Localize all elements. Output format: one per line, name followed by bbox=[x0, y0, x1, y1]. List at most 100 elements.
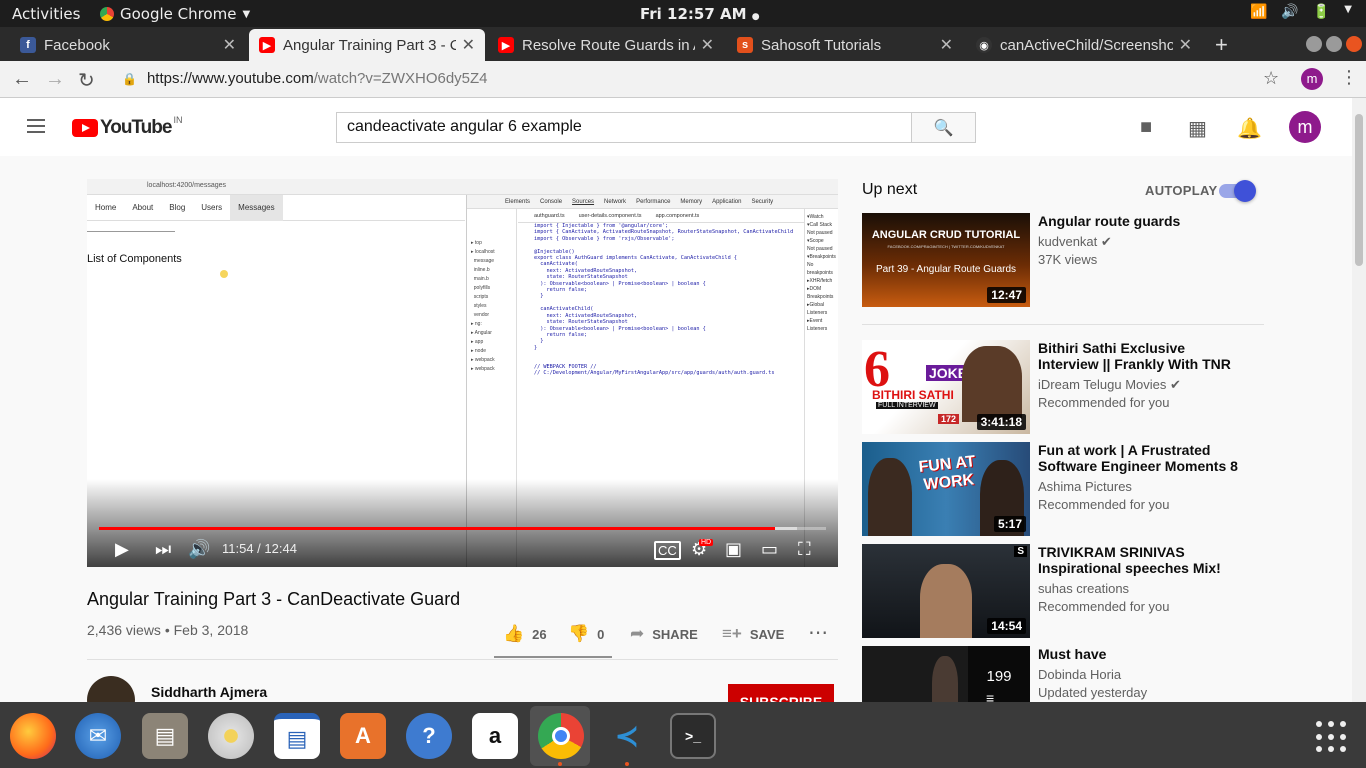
miniplayer-icon[interactable]: ▣ bbox=[725, 539, 742, 560]
create-video-icon[interactable]: ■ bbox=[1140, 116, 1152, 139]
tab-title: Resolve Route Guards in A bbox=[522, 36, 695, 54]
tab-angular-training[interactable]: ▶ Angular Training Part 3 - C ✕ bbox=[249, 29, 485, 61]
video-thumbnail[interactable]: S 14:54 bbox=[862, 544, 1030, 638]
wifi-icon: 📶 bbox=[1249, 4, 1268, 20]
forward-arrow-icon[interactable]: → bbox=[45, 68, 65, 91]
hamburger-menu-icon[interactable] bbox=[27, 119, 45, 133]
close-window-button[interactable] bbox=[1346, 36, 1362, 52]
sahosoft-icon: s bbox=[737, 37, 753, 53]
devtools-file-tabs: authguard.ts user-details.component.ts a… bbox=[518, 209, 804, 223]
chrome-menu-icon[interactable]: ⋮ bbox=[1340, 67, 1358, 88]
new-tab-button[interactable]: + bbox=[1215, 32, 1228, 58]
more-actions-icon[interactable]: ⋯ bbox=[808, 620, 828, 645]
close-icon[interactable]: ✕ bbox=[940, 35, 953, 55]
video-title: Angular Training Part 3 - CanDeactivate … bbox=[87, 589, 461, 609]
video-thumbnail[interactable]: ANGULAR CRUD TUTORIAL FACEBOOK.COM/PRAGI… bbox=[862, 213, 1030, 307]
youtube-wordmark: YouTube bbox=[100, 117, 172, 138]
address-bar[interactable]: 🔒 https://www.youtube.com/watch?v=ZWXHO6… bbox=[122, 70, 488, 87]
dislike-button[interactable]: 👎 0 bbox=[568, 624, 604, 644]
thumb-credit: FACEBOOK.COM/PRAGIMTECH | TWITTER.COM/KU… bbox=[887, 244, 1005, 249]
play-icon[interactable]: ▶ bbox=[115, 539, 129, 560]
activities-button[interactable]: Activities bbox=[12, 5, 80, 23]
show-applications-icon[interactable] bbox=[1316, 721, 1348, 753]
rhythmbox-icon[interactable] bbox=[208, 713, 254, 759]
video-title[interactable]: TRIVIKRAM SRINIVAS Inspirational speeche… bbox=[1038, 544, 1238, 576]
video-duration: 3:41:18 bbox=[976, 414, 1026, 430]
playlist-meta: Updated yesterday bbox=[1038, 685, 1148, 700]
profile-avatar[interactable]: m bbox=[1301, 68, 1323, 90]
channel-name[interactable]: Siddharth Ajmera bbox=[151, 684, 267, 700]
browser-toolbar: ← → ↻ 🔒 https://www.youtube.com/watch?v=… bbox=[0, 61, 1366, 98]
libreoffice-writer-icon[interactable]: ▤ bbox=[274, 713, 320, 759]
video-thumbnail[interactable]: 6 JOKER BITHIRI SATHI FULL INTERVIEW 172… bbox=[862, 340, 1030, 434]
close-icon[interactable]: ✕ bbox=[462, 35, 475, 55]
vscode-icon[interactable]: ≺ bbox=[604, 713, 650, 759]
reload-icon[interactable]: ↻ bbox=[78, 68, 95, 93]
firefox-icon[interactable] bbox=[10, 713, 56, 759]
recommended-video[interactable]: 6 JOKER BITHIRI SATHI FULL INTERVIEW 172… bbox=[862, 340, 1282, 434]
share-button[interactable]: ➦ SHARE bbox=[630, 624, 698, 644]
theater-mode-icon[interactable]: ▭ bbox=[761, 539, 778, 560]
video-player[interactable]: localhost:4200/messages Home About Blog … bbox=[87, 179, 838, 567]
app-menu[interactable]: Google Chrome ▼ bbox=[100, 5, 250, 23]
thumb-subtitle: FULL INTERVIEW bbox=[876, 402, 938, 409]
close-icon[interactable]: ✕ bbox=[701, 35, 714, 55]
amazon-icon[interactable]: a bbox=[472, 713, 518, 759]
playlist-title[interactable]: Must have bbox=[1038, 646, 1238, 662]
like-button[interactable]: 👍 26 bbox=[503, 624, 547, 644]
hd-badge-icon: HD bbox=[699, 539, 714, 546]
browser-tab-strip: f Facebook ✕ ▶ Angular Training Part 3 -… bbox=[0, 27, 1366, 61]
progress-bar[interactable] bbox=[99, 527, 826, 530]
ubuntu-software-icon[interactable]: A bbox=[340, 713, 386, 759]
video-title[interactable]: Angular route guards bbox=[1038, 213, 1238, 229]
chrome-icon[interactable] bbox=[538, 713, 584, 759]
thumb-title: ANGULAR CRUD TUTORIAL bbox=[871, 229, 1021, 241]
verified-check-icon: ✔ bbox=[1100, 234, 1112, 249]
video-title[interactable]: Fun at work | A Frustrated Software Engi… bbox=[1038, 442, 1238, 474]
volume-icon[interactable]: 🔊 bbox=[188, 539, 210, 560]
app-menu-label: Google Chrome bbox=[120, 5, 237, 23]
video-title[interactable]: Bithiri Sathi Exclusive Interview || Fra… bbox=[1038, 340, 1238, 374]
search-button[interactable]: 🔍 bbox=[911, 112, 976, 143]
recommended-video[interactable]: S 14:54 TRIVIKRAM SRINIVAS Inspirational… bbox=[862, 544, 1282, 638]
tab-resolve-route-guards[interactable]: ▶ Resolve Route Guards in A ✕ bbox=[488, 29, 724, 61]
tab-github[interactable]: ◉ canActiveChild/Screensho ✕ bbox=[966, 29, 1202, 61]
inner-nav-item: Home bbox=[95, 203, 117, 212]
help-icon[interactable]: ? bbox=[406, 713, 452, 759]
next-icon[interactable]: ⏭ bbox=[155, 539, 171, 560]
close-icon[interactable]: ✕ bbox=[223, 35, 236, 55]
bookmark-star-icon[interactable]: ☆ bbox=[1263, 68, 1279, 89]
maximize-button[interactable] bbox=[1326, 36, 1342, 52]
fullscreen-icon[interactable]: ⛶ bbox=[798, 539, 811, 560]
terminal-icon[interactable]: >_ bbox=[670, 713, 716, 759]
close-icon[interactable]: ✕ bbox=[1179, 35, 1192, 55]
back-arrow-icon[interactable]: ← bbox=[12, 68, 32, 91]
volume-icon: 🔊 bbox=[1281, 4, 1299, 20]
scrollbar-thumb[interactable] bbox=[1355, 114, 1363, 266]
system-tray[interactable]: 📶 🔊 🔋 ▼ bbox=[1250, 4, 1352, 20]
youtube-icon: ▶ bbox=[498, 37, 514, 53]
notifications-bell-icon[interactable]: 🔔 bbox=[1237, 116, 1262, 141]
video-thumbnail[interactable]: FUN AT WORK 5:17 bbox=[862, 442, 1030, 536]
page-scrollbar[interactable] bbox=[1352, 98, 1366, 702]
recommended-video[interactable]: FUN AT WORK 5:17 Fun at work | A Frustra… bbox=[862, 442, 1282, 536]
tab-facebook[interactable]: f Facebook ✕ bbox=[10, 29, 246, 61]
tab-title: canActiveChild/Screensho bbox=[1000, 36, 1173, 54]
captions-icon[interactable]: CC bbox=[654, 541, 681, 560]
apps-grid-icon[interactable]: ▦ bbox=[1188, 116, 1207, 141]
search-input[interactable]: candeactivate angular 6 example bbox=[336, 112, 912, 143]
minimize-button[interactable] bbox=[1306, 36, 1322, 52]
account-avatar[interactable]: m bbox=[1289, 111, 1321, 143]
thunderbird-icon[interactable]: ✉ bbox=[75, 713, 121, 759]
video-inner-browser-bar: localhost:4200/messages bbox=[87, 179, 838, 195]
autoplay-toggle-knob[interactable] bbox=[1234, 180, 1256, 202]
channel-name: iDream Telugu Movies bbox=[1038, 377, 1167, 392]
video-meta: Recommended for you bbox=[1038, 497, 1170, 512]
recommended-video[interactable]: ANGULAR CRUD TUTORIAL FACEBOOK.COM/PRAGI… bbox=[862, 213, 1282, 307]
tab-sahosoft[interactable]: s Sahosoft Tutorials ✕ bbox=[727, 29, 963, 61]
youtube-logo[interactable]: YouTube IN bbox=[72, 115, 182, 139]
files-icon[interactable]: ▤ bbox=[142, 713, 188, 759]
video-channel: Ashima Pictures bbox=[1038, 479, 1132, 494]
clock[interactable]: Fri 12:57 AM ● bbox=[640, 5, 760, 23]
save-button[interactable]: ≡+ SAVE bbox=[722, 624, 784, 644]
